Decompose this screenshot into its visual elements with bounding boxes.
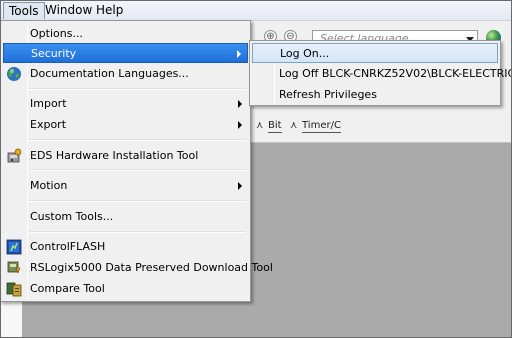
menu-item-label: Log On...	[280, 47, 330, 60]
menu-item-label: Import	[30, 97, 67, 110]
menu-item-label: Custom Tools...	[30, 210, 114, 223]
menu-item-label: Export	[30, 118, 67, 131]
menu-item-motion[interactable]: Motion	[3, 176, 248, 196]
ladder-instruction-tabs: ⋏ Bit ⋏ Timer/C	[250, 118, 341, 134]
submenu-arrow-icon	[238, 182, 242, 190]
menu-window[interactable]: Window	[40, 2, 97, 19]
controlflash-icon	[6, 239, 22, 255]
menu-item-export[interactable]: Export	[3, 115, 248, 135]
submenu-arrow-icon	[237, 50, 241, 58]
menu-item-data-preserved-download-tool[interactable]: RSLogix5000 Data Preserved Download Tool	[3, 258, 273, 278]
menu-item-label: Security	[31, 47, 77, 60]
menu-item-label: Options...	[30, 27, 83, 40]
menu-item-label: EDS Hardware Installation Tool	[30, 149, 199, 162]
tab-timer-counter[interactable]: Timer/C	[302, 118, 341, 133]
menu-bar: Tools Window Help	[0, 0, 512, 21]
menu-item-controlflash[interactable]: ControlFLASH	[3, 237, 248, 257]
menu-item-compare-tool[interactable]: Compare Tool	[3, 279, 248, 299]
submenu-arrow-icon	[238, 100, 242, 108]
menu-item-options[interactable]: Options...	[3, 24, 248, 44]
globe-icon	[6, 66, 22, 82]
menu-item-documentation-languages[interactable]: Documentation Languages...	[3, 64, 248, 84]
eds-tool-icon	[6, 148, 22, 164]
ladder-tab-bit-tick-icon: ⋏	[256, 120, 264, 131]
menu-item-label: Documentation Languages...	[30, 67, 189, 80]
download-tool-icon	[6, 260, 22, 276]
menu-item-import[interactable]: Import	[3, 94, 248, 114]
compare-tool-icon	[6, 281, 22, 297]
menu-item-eds-hardware-tool[interactable]: EDS Hardware Installation Tool	[3, 146, 248, 166]
menu-item-label: ControlFLASH	[30, 240, 106, 253]
menu-tools[interactable]: Tools	[3, 2, 45, 19]
security-submenu: Log On... Log Off BLCK-CNRKZ52V02\BLCK-E…	[249, 40, 512, 106]
menu-item-custom-tools[interactable]: Custom Tools...	[3, 207, 248, 227]
menu-item-label: Motion	[30, 179, 68, 192]
left-panel-lower	[0, 300, 22, 338]
submenu-arrow-icon	[238, 121, 242, 129]
menu-item-label: Log Off BLCK-CNRKZ52V02\BLCK-ELECTRIC	[279, 67, 512, 80]
menu-item-label: Refresh Privileges	[279, 88, 377, 101]
menu-help[interactable]: Help	[91, 2, 128, 19]
menu-item-log-off[interactable]: Log Off BLCK-CNRKZ52V02\BLCK-ELECTRIC	[252, 64, 512, 84]
menu-item-log-on[interactable]: Log On...	[252, 43, 498, 63]
menu-separator	[29, 169, 246, 171]
menu-separator	[29, 200, 246, 202]
menu-item-security[interactable]: Security	[3, 43, 248, 63]
menu-item-label: RSLogix5000 Data Preserved Download Tool	[30, 261, 273, 274]
menu-item-refresh-privileges[interactable]: Refresh Privileges	[252, 85, 498, 105]
tab-bit[interactable]: Bit	[268, 118, 282, 133]
menu-separator	[29, 88, 246, 90]
ladder-tab-timer-tick-icon: ⋏	[290, 120, 298, 131]
menu-separator	[29, 231, 246, 233]
menu-item-label: Compare Tool	[30, 282, 105, 295]
tools-menu: Options... Security Documentation Langua…	[0, 20, 273, 302]
menu-separator	[29, 139, 246, 141]
